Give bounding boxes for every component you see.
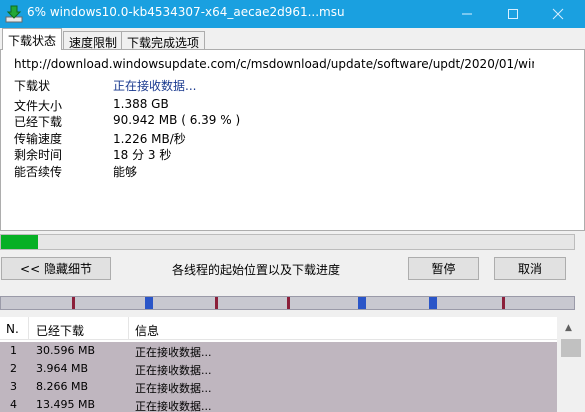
tab-download-status[interactable]: 下载状态 — [2, 28, 63, 50]
resume-label: 能否续传 — [14, 165, 63, 179]
download-progress-bar — [0, 234, 575, 250]
progress-area: << 隐藏细节 各线程的起始位置以及下载进度 暂停 取消 N. 已经下载 信息 … — [0, 231, 585, 412]
thread-segment-marker — [358, 297, 366, 309]
segment-caption: 各线程的起始位置以及下载进度 — [172, 263, 341, 277]
thread-segment-marker — [145, 297, 153, 309]
title-bar: 6% windows10.0-kb4534307-x64_aecae2d961.… — [0, 0, 585, 28]
row-info: 正在接收数据... — [135, 400, 212, 412]
table-row[interactable]: 3 8.266 MB 正在接收数据... — [0, 378, 557, 396]
tab-completion-options[interactable]: 下载完成选项 — [121, 31, 206, 50]
thread-segment-marker — [502, 297, 505, 309]
column-separator — [128, 317, 129, 340]
cancel-button[interactable]: 取消 — [494, 257, 566, 280]
table-row[interactable]: 1 30.596 MB 正在接收数据... — [0, 342, 557, 360]
window-title: 6% windows10.0-kb4534307-x64_aecae2d961.… — [27, 5, 345, 19]
thread-segment-marker — [72, 297, 75, 309]
hide-details-button[interactable]: << 隐藏细节 — [1, 257, 111, 280]
status-label: 下载状 — [14, 79, 51, 93]
progress-fill — [1, 235, 38, 249]
threads-table: N. 已经下载 信息 1 30.596 MB 正在接收数据... 2 3.964… — [0, 317, 585, 412]
row-number: 3 — [10, 380, 17, 393]
row-downloaded: 30.596 MB — [36, 344, 96, 357]
time-left-label: 剩余时间 — [14, 148, 63, 162]
download-url: http://download.windowsupdate.com/c/msdo… — [14, 57, 534, 71]
row-number: 2 — [10, 362, 17, 375]
row-downloaded: 8.266 MB — [36, 380, 89, 393]
row-info: 正在接收数据... — [135, 382, 212, 395]
close-button[interactable] — [535, 0, 580, 28]
downloaded-label: 已经下载 — [14, 115, 63, 129]
transfer-speed-value: 1.226 MB/秒 — [113, 132, 186, 146]
transfer-speed-label: 传输速度 — [14, 132, 63, 146]
thread-segment-marker — [429, 297, 437, 309]
maximize-icon — [507, 9, 518, 19]
details-panel: http://download.windowsupdate.com/c/msdo… — [0, 49, 585, 231]
col-header-info[interactable]: 信息 — [135, 322, 159, 339]
download-arrow-icon — [4, 4, 24, 24]
time-left-value: 18 分 3 秒 — [113, 148, 172, 162]
close-icon — [552, 8, 563, 20]
table-row[interactable]: 2 3.964 MB 正在接收数据... — [0, 360, 557, 378]
status-value: 正在接收数据... — [113, 79, 197, 93]
thread-segments-bar — [0, 296, 575, 310]
row-info: 正在接收数据... — [135, 346, 212, 359]
row-number: 4 — [10, 398, 17, 411]
tab-speed-limit[interactable]: 速度限制 — [63, 31, 124, 50]
thread-segment-marker — [287, 297, 290, 309]
minimize-icon — [461, 13, 472, 15]
row-info: 正在接收数据... — [135, 364, 212, 377]
pause-button[interactable]: 暂停 — [408, 257, 479, 280]
row-downloaded: 3.964 MB — [36, 362, 89, 375]
file-size-label: 文件大小 — [14, 99, 63, 113]
tab-bar: 下载状态 速度限制 下载完成选项 — [0, 28, 585, 50]
resume-value: 能够 — [113, 165, 138, 179]
downloaded-value: 90.942 MB ( 6.39 % ) — [113, 113, 241, 127]
scroll-up-arrow-icon[interactable]: ▲ — [565, 323, 572, 333]
maximize-button[interactable] — [490, 0, 535, 28]
threads-table-header: N. 已经下载 信息 — [0, 317, 566, 340]
col-header-n[interactable]: N. — [6, 322, 19, 336]
column-separator — [28, 317, 29, 340]
row-number: 1 — [10, 344, 17, 357]
table-row[interactable]: 4 13.495 MB 正在接收数据... — [0, 396, 557, 412]
table-scrollbar[interactable]: ▲ — [557, 317, 585, 412]
file-size-value: 1.388 GB — [113, 97, 169, 111]
row-downloaded: 13.495 MB — [36, 398, 96, 411]
thread-segment-marker — [215, 297, 218, 309]
minimize-button[interactable] — [444, 0, 489, 28]
col-header-downloaded[interactable]: 已经下载 — [36, 322, 84, 339]
scrollbar-thumb[interactable] — [561, 339, 581, 357]
